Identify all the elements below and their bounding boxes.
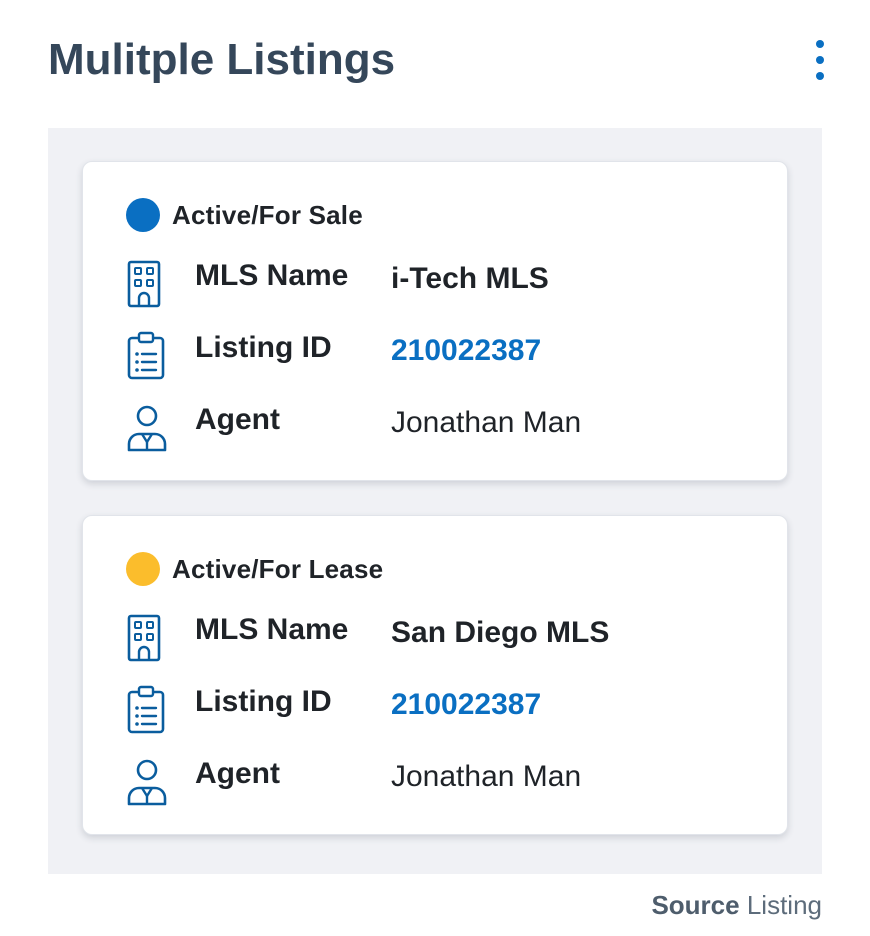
listings-panel: Active/For Sale MLS Name i-Tech MLS List… xyxy=(48,128,822,874)
mls-name-label: MLS Name xyxy=(195,613,349,646)
agent-person-icon xyxy=(125,756,169,808)
clipboard-list-icon xyxy=(125,684,169,736)
agent-row: Agent Jonathan Man xyxy=(125,756,765,808)
more-options-button[interactable] xyxy=(805,36,835,86)
mls-name-value: i-Tech MLS xyxy=(391,262,549,295)
mls-name-value: San Diego MLS xyxy=(391,616,610,649)
listing-id-link[interactable]: 210022387 xyxy=(391,687,541,723)
building-icon xyxy=(125,612,169,664)
agent-value: Jonathan Man xyxy=(391,406,582,439)
source-footer: Source Listing xyxy=(651,888,822,922)
agent-label: Agent xyxy=(195,403,280,436)
mls-name-label: MLS Name xyxy=(195,259,349,292)
listing-id-label: Listing ID xyxy=(195,331,332,364)
agent-label: Agent xyxy=(195,757,280,790)
listing-id-label: Listing ID xyxy=(195,685,332,718)
listing-card: Active/For Lease MLS Name San Diego MLS xyxy=(82,515,788,835)
status-dot-icon xyxy=(126,198,160,232)
clipboard-list-icon xyxy=(125,330,169,382)
more-vertical-icon-dot xyxy=(816,72,824,80)
more-vertical-icon-dot xyxy=(816,56,824,64)
listing-id-link[interactable]: 210022387 xyxy=(391,333,541,369)
source-key: Source xyxy=(651,890,740,920)
agent-row: Agent Jonathan Man xyxy=(125,402,765,454)
mls-name-row: MLS Name San Diego MLS xyxy=(125,612,765,664)
agent-person-icon xyxy=(125,402,169,454)
agent-value: Jonathan Man xyxy=(391,760,582,793)
status-row: Active/For Sale xyxy=(126,198,363,232)
status-label: Active/For Sale xyxy=(172,199,363,230)
status-row: Active/For Lease xyxy=(126,552,383,586)
status-dot-icon xyxy=(126,552,160,586)
page-title: Mulitple Listings xyxy=(48,35,396,84)
source-value: Listing xyxy=(746,890,822,920)
status-label: Active/For Lease xyxy=(172,553,384,584)
mls-name-row: MLS Name i-Tech MLS xyxy=(125,258,765,310)
building-icon xyxy=(125,258,169,310)
listing-card: Active/For Sale MLS Name i-Tech MLS List… xyxy=(82,161,788,481)
listing-id-row: Listing ID 210022387 xyxy=(125,330,765,382)
more-vertical-icon xyxy=(816,40,824,48)
listing-id-row: Listing ID 210022387 xyxy=(125,684,765,736)
